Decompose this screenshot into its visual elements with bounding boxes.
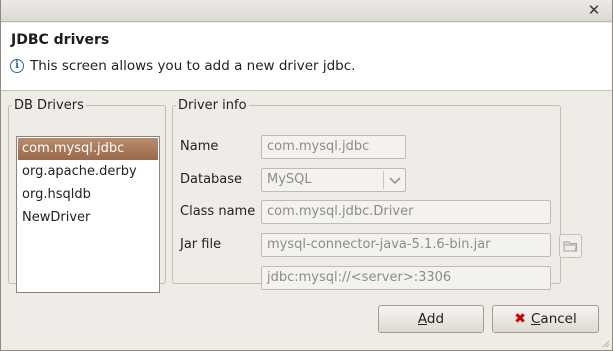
class-name-field[interactable]: com.mysql.jdbc.Driver [261,200,551,224]
connection-url-field[interactable]: jdbc:mysql://<server>:3306 [261,266,551,290]
cancel-button[interactable]: ✖ Cancel [492,305,599,333]
jar-file-field[interactable]: mysql-connector-java-5.1.6-bin.jar [261,233,551,257]
title-bar: ✕ [1,0,612,22]
jdbc-drivers-dialog: ✕ JDBC drivers i This screen allows you … [0,0,613,351]
name-label: Name [180,139,219,154]
driver-list[interactable]: com.mysql.jdbc org.apache.derby org.hsql… [16,136,160,293]
list-item-com-mysql-jdbc[interactable]: com.mysql.jdbc [18,138,158,160]
info-icon: i [10,59,24,73]
dialog-header: JDBC drivers i This screen allows you to… [1,23,612,91]
close-icon[interactable]: ✕ [586,2,602,18]
list-item-org-apache-derby[interactable]: org.apache.derby [17,161,159,184]
cancel-button-label: Cancel [530,311,577,327]
add-button[interactable]: Add [378,305,484,333]
database-value: MySQL [267,172,312,187]
driver-info-legend: Driver info [178,98,247,113]
combo-separator [383,171,384,189]
info-text: This screen allows you to add a new driv… [30,58,356,74]
database-select[interactable]: MySQL [261,168,406,192]
browse-button[interactable] [559,234,582,258]
add-button-label: Add [417,311,445,327]
cancel-x-icon: ✖ [514,311,526,327]
list-item-org-hsqldb[interactable]: org.hsqldb [17,184,159,207]
class-name-label: Class name [180,204,256,219]
driver-info-group: Driver info Name com.mysql.jdbc Database… [172,98,582,290]
name-field[interactable]: com.mysql.jdbc [261,135,406,159]
folder-icon [563,241,578,252]
jar-file-label: Jar file [180,237,222,252]
database-label: Database [180,172,243,187]
dialog-title: JDBC drivers [11,32,110,48]
list-item-newdriver[interactable]: NewDriver [17,207,159,230]
resize-grip-icon[interactable] [600,338,610,348]
db-drivers-group: DB Drivers com.mysql.jdbc org.apache.der… [8,98,166,293]
chevron-down-icon [389,177,401,185]
db-drivers-legend: DB Drivers [14,98,84,113]
info-message: i This screen allows you to add a new dr… [10,58,355,74]
